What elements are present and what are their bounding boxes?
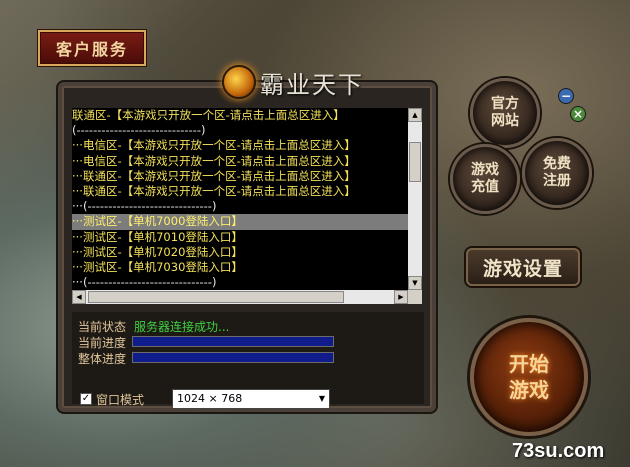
server-list-item[interactable]: (------------------------------) [72,123,408,138]
scroll-left-arrow-icon[interactable]: ◀ [72,290,86,304]
server-list[interactable]: 联通区-【本游戏只开放一个区-请点击上面总区进入】 (-------------… [72,108,422,304]
logo-orb-icon [222,65,256,99]
server-list-content[interactable]: 联通区-【本游戏只开放一个区-请点击上面总区进入】 (-------------… [72,108,408,290]
current-state-label: 当前状态 [78,320,127,334]
vertical-scrollbar[interactable]: ▲ ▼ [408,108,422,290]
current-state-value: 服务器连接成功... [134,320,230,334]
vertical-scroll-thumb[interactable] [409,142,421,182]
window-mode-label: 窗口模式 [96,393,145,407]
server-list-item[interactable]: 联通区-【本游戏只开放一个区-请点击上面总区进入】 [72,108,408,123]
current-progress-bar [132,336,334,347]
server-list-item[interactable]: ···联通区-【本游戏只开放一个区-请点击上面总区进入】 [72,169,408,184]
minimize-button[interactable]: − [558,88,574,104]
official-site-button[interactable]: 官方 网站 [470,78,540,148]
server-list-item[interactable]: ···电信区-【本游戏只开放一个区-请点击上面总区进入】 [72,138,408,153]
recharge-button[interactable]: 游戏 充值 [450,144,520,214]
chevron-down-icon: ▼ [318,394,325,403]
scroll-up-arrow-icon[interactable]: ▲ [408,108,422,122]
register-button[interactable]: 免费 注册 [522,138,592,208]
start-game-button[interactable]: 开始 游戏 [470,318,588,436]
window-mode-checkbox[interactable]: ✓ [80,393,92,405]
overall-progress-bar [132,352,334,363]
server-list-item[interactable]: ···测试区-【单机7020登陆入口】 [72,245,408,260]
game-settings-button[interactable]: 游戏设置 [466,248,580,286]
resolution-value: 1024 × 768 [177,392,243,405]
scroll-down-arrow-icon[interactable]: ▼ [408,276,422,290]
current-progress-label: 当前进度 [78,336,127,350]
resolution-select[interactable]: 1024 × 768 ▼ [172,389,330,409]
customer-service-button[interactable]: 客户服务 [38,30,146,66]
scroll-corner [408,290,422,304]
server-list-item[interactable]: ···联通区-【本游戏只开放一个区-请点击上面总区进入】 [72,184,408,199]
server-list-item[interactable]: ···(------------------------------) [72,199,408,214]
overall-progress-label: 整体进度 [78,352,127,366]
close-button[interactable]: × [570,106,586,122]
logo-text: 霸业天下 [260,70,364,99]
server-list-item[interactable]: ···电信区-【本游戏只开放一个区-请点击上面总区进入】 [72,154,408,169]
scroll-right-arrow-icon[interactable]: ▶ [394,290,408,304]
watermark-text: 73su.com [512,440,605,462]
server-list-item[interactable]: ···测试区-【单机7010登陆入口】 [72,230,408,245]
game-logo: 霸业天下 [222,62,372,102]
horizontal-scroll-thumb[interactable] [88,291,344,303]
server-list-item[interactable]: ···测试区-【单机7000登陆入口】 [72,214,408,230]
server-list-item[interactable]: ···(------------------------------) [72,275,408,290]
horizontal-scrollbar[interactable]: ◀ ▶ [72,290,408,304]
status-panel: 当前状态 服务器连接成功... 当前进度 整体进度 ✓ 窗口模式 1024 × … [72,312,424,409]
server-list-item[interactable]: ···测试区-【单机7030登陆入口】 [72,260,408,275]
